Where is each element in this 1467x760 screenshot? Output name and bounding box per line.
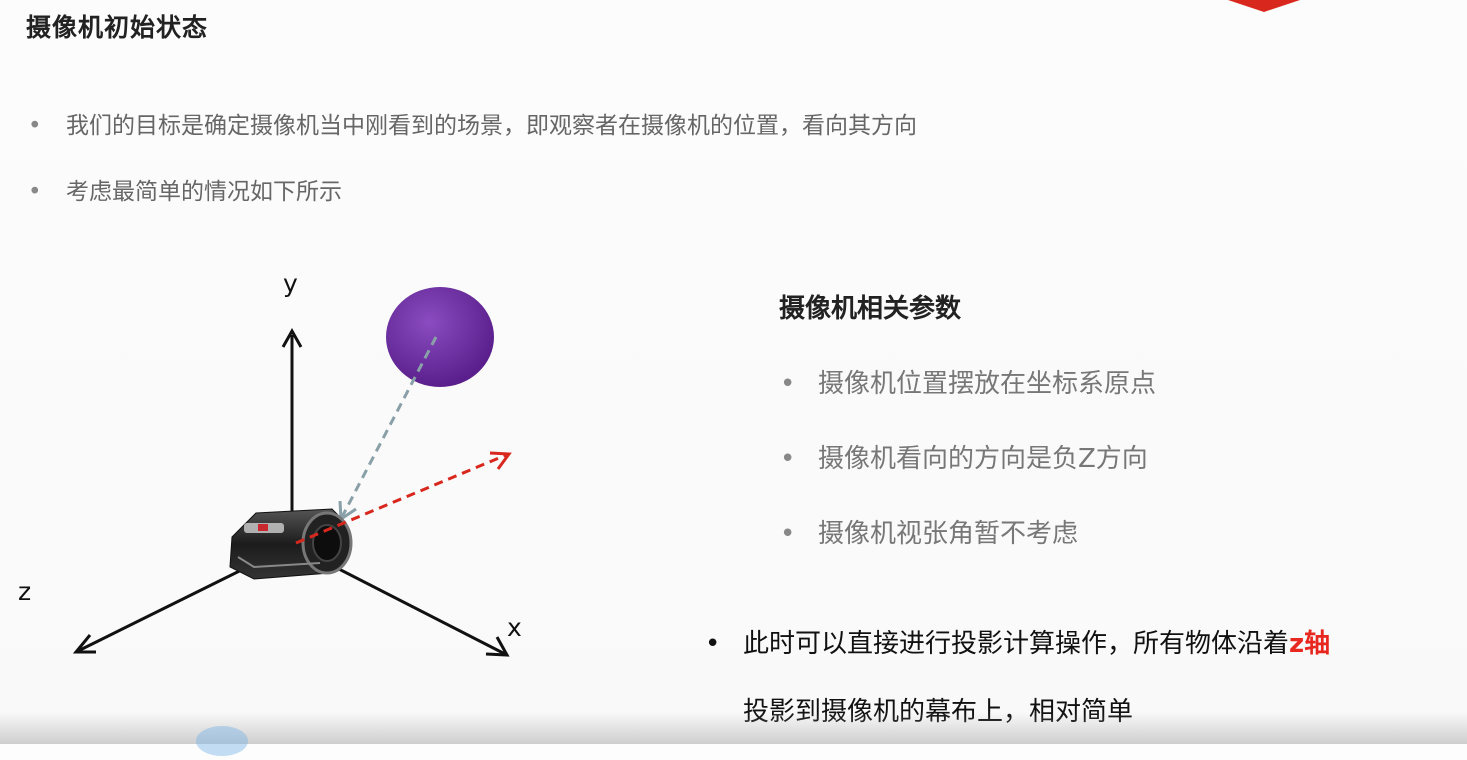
intro-bullet-list: • 我们的目标是确定摄像机当中刚看到的场景，即观察者在摄像机的位置，看向其方向 … [28, 106, 917, 238]
z-axis-label: z [18, 577, 32, 606]
slide-title: 摄像机初始状态 [26, 13, 209, 42]
slide: 摄像机初始状态 • 我们的目标是确定摄像机当中刚看到的场景，即观察者在摄像机的位… [0, 0, 1467, 756]
params-bullet-text: 摄像机视张角暂不考虑 [818, 519, 1079, 549]
params-bullet: • 摄像机位置摆放在坐标系原点 [780, 364, 1156, 439]
target-sphere [386, 287, 494, 387]
projection-note: • 此时可以直接进行投影计算操作，所有物体沿着z轴 投影到摄像机的幕布上，相对简… [705, 624, 1465, 760]
note-line-1: • 此时可以直接进行投影计算操作，所有物体沿着z轴 [705, 624, 1465, 692]
intro-bullet-text: 我们的目标是确定摄像机当中刚看到的场景，即观察者在摄像机的位置，看向其方向 [66, 113, 917, 139]
corner-logo-mark [1228, 0, 1300, 12]
note-text-prefix: 此时可以直接进行投影计算操作，所有物体沿着 [743, 629, 1290, 659]
bullet-dot: • [28, 179, 42, 205]
camera-coordinate-diagram: y z x [0, 255, 600, 715]
params-bullet-text: 摄像机位置摆放在坐标系原点 [818, 369, 1157, 399]
bullet-dot: • [780, 519, 796, 549]
x-axis-label: x [507, 613, 522, 642]
bullet-dot: • [28, 113, 42, 139]
diagram-canvas [72, 287, 512, 657]
bullet-dot: • [705, 629, 721, 659]
bullet-dot: • [780, 369, 796, 399]
note-line-2: 投影到摄像机的幕布上，相对简单 [743, 697, 1134, 727]
intro-bullet: • 考虑最简单的情况如下所示 [28, 172, 917, 238]
params-bullet: • 摄像机视张角暂不考虑 [780, 514, 1156, 589]
look-direction-dashed [295, 453, 507, 545]
params-bullet: • 摄像机看向的方向是负Z方向 [780, 439, 1156, 514]
player-control-hint [196, 726, 248, 756]
intro-bullet: • 我们的目标是确定摄像机当中刚看到的场景，即观察者在摄像机的位置，看向其方向 [28, 106, 917, 172]
params-bullet-text: 摄像机看向的方向是负Z方向 [818, 444, 1148, 474]
intro-bullet-text: 考虑最简单的情况如下所示 [66, 179, 342, 205]
params-bullet-list: • 摄像机位置摆放在坐标系原点 • 摄像机看向的方向是负Z方向 • 摄像机视张角… [780, 364, 1156, 589]
y-axis-label: y [283, 269, 298, 298]
params-heading: 摄像机相关参数 [779, 294, 962, 324]
camera-icon [229, 508, 353, 580]
bullet-dot: • [780, 444, 796, 474]
note-z-axis-highlight: z轴 [1289, 629, 1331, 659]
